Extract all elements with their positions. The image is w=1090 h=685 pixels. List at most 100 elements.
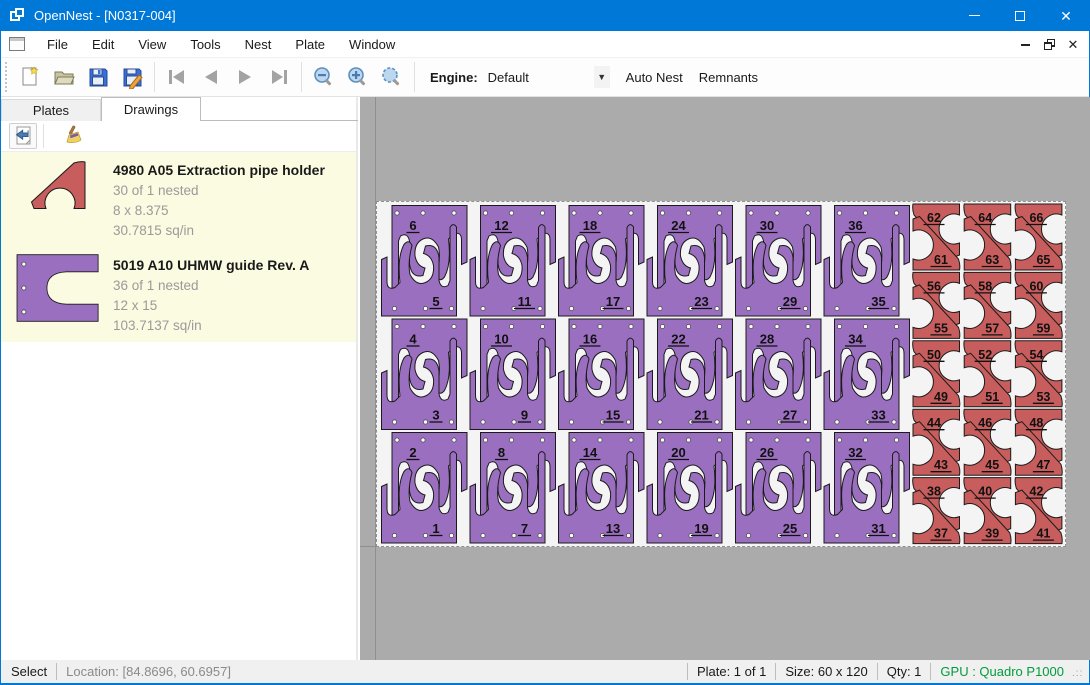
save-as-button[interactable] — [115, 61, 149, 93]
status-mode: Select — [11, 664, 47, 679]
nav-next-icon — [233, 65, 257, 89]
toolbar-grip[interactable] — [5, 62, 9, 92]
drawing-item[interactable]: 4980 A05 Extraction pipe holder30 of 1 n… — [1, 152, 356, 247]
mdi-restore-button[interactable] — [1037, 34, 1061, 56]
nest-pair-purple[interactable]: 3635 — [824, 206, 910, 317]
menu-view[interactable]: View — [126, 33, 178, 56]
nest-pair-purple[interactable]: 24 23 — [647, 206, 733, 317]
menu-tools[interactable]: Tools — [178, 33, 232, 56]
nest-pair-red[interactable]: 4443 — [913, 409, 960, 475]
nest-pair-red[interactable]: 4645 — [964, 409, 1011, 475]
drawing-nested-count: 36 of 1 nested — [113, 276, 352, 296]
app-window: OpenNest - [N0317-004] ✕ FileEditViewToo… — [0, 0, 1090, 685]
nav-first-button[interactable] — [160, 61, 194, 93]
nest-pair-red[interactable]: 4241 — [1015, 478, 1062, 544]
part-number-label: 45 — [985, 458, 999, 472]
nest-pair-purple[interactable]: 1211 — [470, 206, 556, 317]
nest-pair-red[interactable]: 5453 — [1015, 341, 1062, 407]
part-number-label: 55 — [934, 321, 948, 335]
nest-pair-purple[interactable]: 2019 — [647, 433, 733, 544]
nest-pair-purple[interactable]: 65 — [382, 206, 468, 317]
remnants-button[interactable]: Remnants — [691, 65, 766, 90]
part-number-label: 51 — [985, 390, 999, 404]
engine-select[interactable]: Default — [484, 67, 594, 88]
part-number-label: 1 — [432, 521, 439, 536]
save-button[interactable] — [81, 61, 115, 93]
menu-edit[interactable]: Edit — [80, 33, 126, 56]
part-number-label: 57 — [985, 321, 999, 335]
mdi-minimize-button[interactable] — [1013, 34, 1037, 56]
zoom-fit-button[interactable] — [375, 61, 409, 93]
nest-pair-red[interactable]: 5857 — [964, 272, 1011, 338]
nest-pair-purple[interactable]: 43 — [382, 319, 468, 430]
nav-next-button[interactable] — [228, 61, 262, 93]
nest-pair-purple[interactable]: 3029 — [736, 206, 822, 317]
import-drawing-button[interactable] — [9, 123, 37, 149]
nest-pair-red[interactable]: 6261 — [913, 204, 960, 270]
nest-pair-purple[interactable]: 1615 — [559, 319, 645, 430]
auto-nest-button[interactable]: Auto Nest — [618, 65, 691, 90]
nest-pair-purple[interactable]: 1817 — [559, 206, 645, 317]
tab-drawings[interactable]: Drawings — [101, 97, 201, 121]
nest-pair-red[interactable]: 5655 — [913, 272, 960, 338]
plate-sheet[interactable]: 6512111817242330293635431091615222128273… — [376, 201, 1066, 547]
nest-pair-red[interactable]: 5049 — [913, 341, 960, 407]
menu-plate[interactable]: Plate — [283, 33, 337, 56]
nest-pair-red[interactable]: 3837 — [913, 478, 960, 544]
tab-plates[interactable]: Plates — [1, 99, 101, 121]
nest-pair-purple[interactable]: 1413 — [559, 433, 645, 544]
close-button[interactable]: ✕ — [1043, 0, 1089, 31]
part-number-label: 23 — [694, 294, 708, 309]
part-number-label: 52 — [978, 348, 992, 362]
nest-pair-purple[interactable]: 3231 — [824, 433, 910, 544]
nest-pair-purple[interactable]: 109 — [470, 319, 556, 430]
maximize-button[interactable] — [997, 0, 1043, 31]
nest-canvas[interactable]: 6512111817242330293635431091615222128273… — [360, 97, 1090, 660]
nav-prev-button[interactable] — [194, 61, 228, 93]
resize-grip[interactable]: .:: — [1072, 668, 1086, 682]
drawing-area: 103.7137 sq/in — [113, 316, 352, 336]
nest-pair-red[interactable]: 6665 — [1015, 204, 1062, 270]
nest-layout: 6512111817242330293635431091615222128273… — [377, 202, 1065, 546]
menu-nest[interactable]: Nest — [233, 33, 284, 56]
new-file-button[interactable] — [13, 61, 47, 93]
part-number-label: 8 — [498, 445, 505, 460]
nest-pair-red[interactable]: 6059 — [1015, 272, 1062, 338]
mdi-document-icon[interactable] — [9, 37, 25, 51]
maximize-icon — [1015, 11, 1025, 21]
open-folder-button[interactable] — [47, 61, 81, 93]
nest-pair-red[interactable]: 6463 — [964, 204, 1011, 270]
title-bar: OpenNest - [N0317-004] ✕ — [1, 0, 1089, 31]
part-number-label: 43 — [934, 458, 948, 472]
menu-file[interactable]: File — [35, 33, 80, 56]
part-number-label: 24 — [671, 218, 686, 233]
zoom-in-button[interactable] — [341, 61, 375, 93]
nav-first-icon — [165, 65, 189, 89]
nest-pair-purple[interactable]: 2221 — [647, 319, 733, 430]
part-number-label: 17 — [606, 294, 620, 309]
menu-window[interactable]: Window — [337, 33, 407, 56]
nest-pair-purple[interactable]: 2625 — [736, 433, 822, 544]
save-as-icon — [120, 65, 144, 89]
main-toolbar: Engine: Default ▼ Auto Nest Remnants — [1, 58, 1089, 97]
nest-pair-red[interactable]: 4847 — [1015, 409, 1062, 475]
nest-pair-red[interactable]: 52 51 — [964, 341, 1011, 407]
nest-pair-purple[interactable]: 2827 — [736, 319, 822, 430]
nav-last-button[interactable] — [262, 61, 296, 93]
part-number-label: 60 — [1029, 279, 1043, 293]
nest-pair-purple[interactable]: 3433 — [824, 319, 910, 430]
part-number-label: 47 — [1036, 458, 1050, 472]
part-number-label: 10 — [494, 332, 508, 347]
part-number-label: 65 — [1036, 253, 1050, 267]
minimize-button[interactable] — [951, 0, 997, 31]
zoom-out-button[interactable] — [307, 61, 341, 93]
drawing-item[interactable]: 5019 A10 UHMW guide Rev. A36 of 1 nested… — [1, 247, 356, 342]
engine-dropdown-button[interactable]: ▼ — [594, 66, 610, 88]
nest-pair-purple[interactable]: 87 — [470, 433, 556, 544]
nest-pair-red[interactable]: 4039 — [964, 478, 1011, 544]
nest-pair-purple[interactable]: 21 — [382, 433, 468, 544]
clean-broom-button[interactable] — [58, 123, 86, 149]
mdi-close-button[interactable]: ✕ — [1061, 34, 1085, 56]
part-number-label: 41 — [1036, 527, 1050, 541]
sidebar-toolbar — [1, 121, 356, 152]
